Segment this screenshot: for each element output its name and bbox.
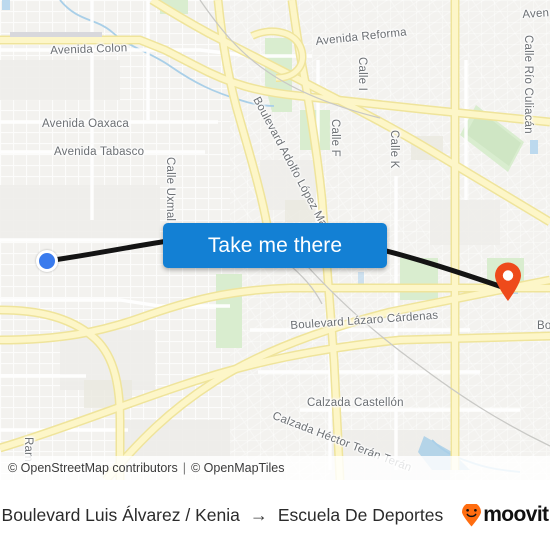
arrow-right-icon: → bbox=[249, 505, 268, 525]
map-share-card: Avenida Colon Avenida Reforma Aven Avenida … bbox=[0, 0, 550, 550]
moovit-wordmark: moovit bbox=[483, 503, 549, 526]
destination-pin-marker[interactable] bbox=[493, 262, 523, 302]
moovit-pin-icon bbox=[462, 503, 482, 526]
destination-name: Escuela De Deportes bbox=[277, 504, 444, 525]
rail-yard bbox=[10, 32, 102, 37]
trip-footer: Boulevard Luis Álvarez / Kenia → Escuela… bbox=[0, 480, 550, 550]
take-me-there-button[interactable]: Take me there bbox=[163, 223, 387, 268]
take-me-there-label: Take me there bbox=[207, 233, 343, 257]
origin-name: Boulevard Luis Álvarez / Kenia bbox=[1, 504, 240, 525]
osm-attribution[interactable]: © OpenStreetMap contributors bbox=[8, 461, 178, 475]
openmaptiles-attribution[interactable]: © OpenMapTiles bbox=[191, 461, 285, 475]
origin-point-marker[interactable] bbox=[36, 250, 58, 272]
attribution-separator: | bbox=[182, 461, 186, 475]
moovit-logo[interactable]: moovit bbox=[461, 503, 549, 527]
map-canvas[interactable]: Avenida Colon Avenida Reforma Aven Avenida … bbox=[0, 0, 550, 480]
map-attribution: © OpenStreetMap contributors | © OpenMap… bbox=[0, 456, 550, 480]
